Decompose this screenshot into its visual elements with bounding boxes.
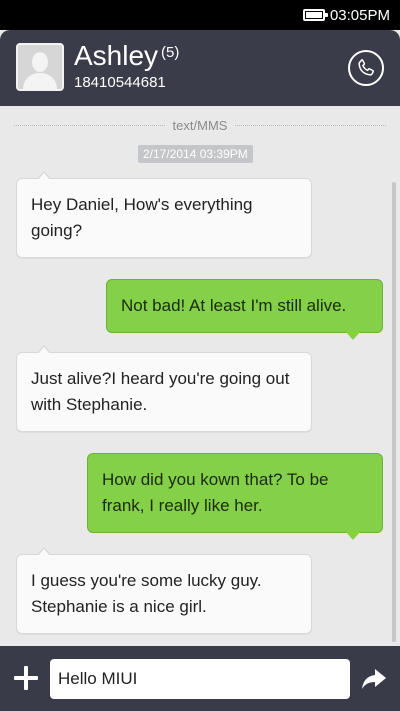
incoming-message-bubble[interactable]: I guess you're some lucky guy. Stephanie… — [16, 547, 312, 634]
status-bar: 03:05PM — [0, 0, 400, 30]
outgoing-message-bubble[interactable]: How did you kown that? To be frank, I re… — [87, 453, 383, 540]
message-type-label: text/MMS — [172, 117, 228, 133]
outgoing-message-bubble[interactable]: Not bad! At least I'm still alive. — [106, 279, 383, 340]
conversation-header: Ashley (5) 18410544681 — [0, 30, 400, 106]
message-thread[interactable]: text/MMS 2/17/2014 03:39PM Hey Daniel, H… — [0, 106, 400, 646]
send-arrow-icon[interactable] — [360, 665, 388, 693]
phone-icon — [358, 59, 374, 76]
status-time: 03:05PM — [329, 6, 390, 24]
incoming-message-bubble[interactable]: Just alive?I heard you're going out with… — [16, 345, 312, 432]
battery-full-icon — [302, 9, 328, 21]
message-input[interactable] — [50, 659, 350, 699]
message-timestamp: 2/17/2014 03:39PM — [138, 145, 253, 163]
contact-phone-number: 18410544681 — [74, 74, 166, 91]
contact-name[interactable]: Ashley (5) — [74, 40, 179, 72]
call-button[interactable] — [348, 50, 384, 86]
thread-scrollbar[interactable] — [392, 182, 396, 642]
message-type-divider: text/MMS — [14, 117, 386, 133]
compose-bar — [0, 646, 400, 711]
default-avatar-icon[interactable] — [16, 43, 64, 91]
incoming-message-bubble[interactable]: Hey Daniel, How's everything going? — [16, 171, 312, 258]
message-count: (5) — [161, 44, 180, 61]
contact-name-text: Ashley — [74, 40, 159, 71]
plus-icon[interactable] — [12, 664, 40, 692]
